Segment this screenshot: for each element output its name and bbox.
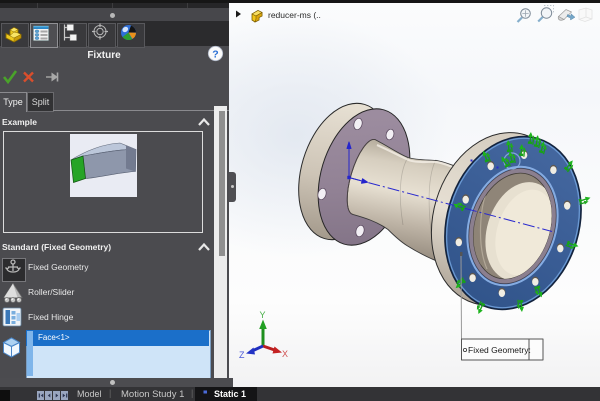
svg-text:Z: Z (239, 350, 245, 360)
svg-text:X: X (282, 349, 288, 359)
svg-text:?: ? (212, 49, 218, 61)
svg-text:reducer-ms (..: reducer-ms (.. (268, 10, 321, 20)
svg-text:Y: Y (260, 310, 266, 320)
svg-text:Fixed Geometry:: Fixed Geometry: (468, 345, 531, 355)
